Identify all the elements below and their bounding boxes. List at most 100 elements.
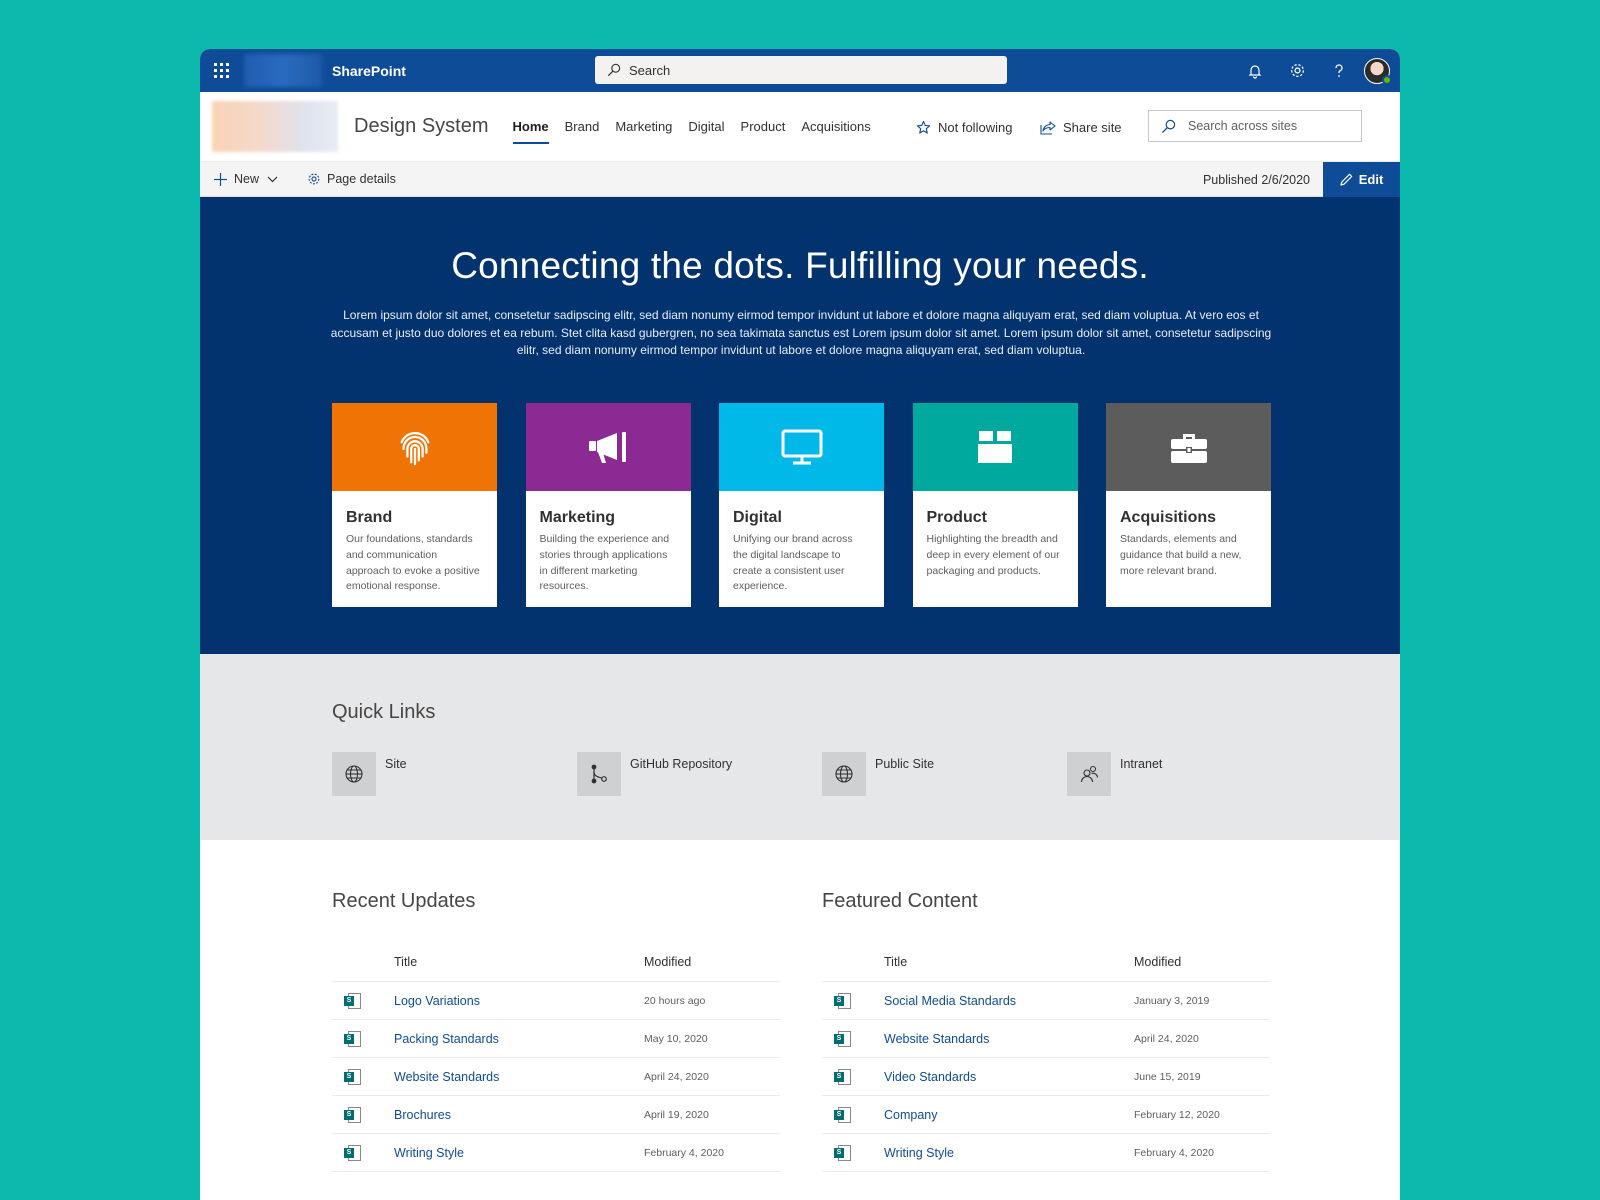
row-title-link[interactable]: Logo Variations (394, 994, 644, 1008)
suite-search-placeholder: Search (629, 62, 671, 78)
settings-button[interactable] (1276, 49, 1318, 92)
lists-section: Recent Updates Title Modified S Logo Var… (200, 840, 1400, 1200)
organization-logo[interactable] (244, 54, 322, 87)
row-modified: February 4, 2020 (1134, 1146, 1214, 1159)
row-title-link[interactable]: Packing Standards (394, 1032, 644, 1046)
site-search-box[interactable]: Search across sites (1148, 110, 1362, 142)
column-title[interactable]: Title (394, 955, 644, 969)
card-digital-banner (719, 403, 884, 491)
card-product[interactable]: Product Highlighting the breadth and dee… (912, 403, 1078, 607)
app-name[interactable]: SharePoint (332, 63, 406, 79)
nav-acquisitions[interactable]: Acquisitions (801, 92, 870, 162)
presence-indicator (1382, 74, 1392, 85)
hero-description: Lorem ipsum dolor sit amet, consetetur s… (330, 308, 1272, 357)
quick-link-site[interactable]: Site (332, 752, 577, 796)
column-title[interactable]: Title (884, 955, 1134, 969)
row-title-link[interactable]: Social Media Standards (884, 994, 1134, 1008)
new-button[interactable]: New (214, 172, 285, 186)
row-title-link[interactable]: Writing Style (884, 1146, 1134, 1160)
megaphone-icon (589, 432, 626, 463)
quick-link-public-site[interactable]: Public Site (822, 752, 1067, 796)
table-header: Title Modified (332, 943, 780, 982)
share-label: Share site (1063, 119, 1122, 135)
card-brand-title: Brand (346, 509, 393, 526)
card-digital[interactable]: Digital Unifying our brand across the di… (719, 403, 884, 607)
row-title-link[interactable]: Video Standards (884, 1070, 1134, 1084)
site-navigation: Home Brand Marketing Digital Product Acq… (512, 92, 887, 162)
row-modified: February 12, 2020 (1134, 1108, 1220, 1121)
nav-brand[interactable]: Brand (565, 92, 600, 162)
table-row[interactable]: S Video Standards June 15, 2019 (822, 1058, 1270, 1096)
card-digital-text: Unifying our brand across the digital la… (733, 533, 853, 593)
card-marketing[interactable]: Marketing Building the experience and st… (525, 403, 691, 607)
sharepoint-page-icon: S (344, 1068, 362, 1086)
sharepoint-page-icon: S (834, 992, 852, 1010)
follow-button[interactable]: Not following (916, 92, 1012, 162)
card-acquisitions-title: Acquisitions (1120, 509, 1217, 526)
table-row[interactable]: S Writing Style February 4, 2020 (332, 1134, 780, 1172)
card-marketing-title: Marketing (539, 509, 616, 526)
gear-icon (308, 173, 320, 185)
table-row[interactable]: S Packing Standards May 10, 2020 (332, 1020, 780, 1058)
sharepoint-page-icon: S (834, 1106, 852, 1124)
table-row[interactable]: S Website Standards April 24, 2020 (332, 1058, 780, 1096)
row-modified: April 24, 2020 (1134, 1032, 1199, 1045)
table-header: Title Modified (822, 943, 1270, 982)
table-row[interactable]: S Social Media Standards January 3, 2019 (822, 982, 1270, 1020)
search-icon (607, 63, 621, 77)
globe-icon (835, 765, 853, 783)
globe-icon (345, 765, 363, 783)
row-title-link[interactable]: Website Standards (884, 1032, 1134, 1046)
share-icon (1040, 120, 1056, 135)
edit-button[interactable]: Edit (1323, 162, 1400, 197)
quick-link-site-tile (332, 752, 376, 796)
card-marketing-text: Building the experience and stories thro… (539, 533, 670, 593)
nav-product[interactable]: Product (741, 92, 786, 162)
nav-digital[interactable]: Digital (688, 92, 724, 162)
user-avatar[interactable] (1364, 57, 1392, 85)
quick-link-github[interactable]: GitHub Repository (577, 752, 822, 796)
sharepoint-page-icon: S (344, 1106, 362, 1124)
nav-home[interactable]: Home (512, 92, 549, 162)
recent-updates-list: Recent Updates Title Modified S Logo Var… (332, 890, 780, 1172)
row-title-link[interactable]: Writing Style (394, 1146, 644, 1160)
app-launcher-button[interactable] (200, 49, 242, 92)
people-icon (1080, 765, 1099, 783)
table-row[interactable]: S Website Standards April 24, 2020 (822, 1020, 1270, 1058)
edit-label: Edit (1358, 172, 1384, 187)
column-modified[interactable]: Modified (1134, 955, 1181, 969)
sharepoint-page-icon: S (834, 1068, 852, 1086)
share-site-button[interactable]: Share site (1040, 92, 1122, 162)
new-label: New (234, 172, 260, 186)
quick-link-intranet[interactable]: Intranet (1067, 752, 1312, 796)
notifications-button[interactable] (1234, 49, 1276, 92)
card-brand[interactable]: Brand Our foundations, standards and com… (332, 403, 497, 607)
row-title-link[interactable]: Brochures (394, 1108, 644, 1122)
sharepoint-page-icon: S (344, 1144, 362, 1162)
card-acquisitions-text: Standards, elements and guidance that bu… (1120, 533, 1242, 577)
hero-title: Connecting the dots. Fulfilling your nee… (451, 245, 1149, 286)
site-title[interactable]: Design System (354, 115, 489, 138)
table-row[interactable]: S Company February 12, 2020 (822, 1096, 1270, 1134)
row-modified: April 24, 2020 (644, 1070, 709, 1083)
nav-marketing[interactable]: Marketing (615, 92, 672, 162)
row-modified: February 4, 2020 (644, 1146, 724, 1159)
suite-search-box[interactable]: Search (595, 56, 1007, 84)
table-row[interactable]: S Brochures April 19, 2020 (332, 1096, 780, 1134)
row-title-link[interactable]: Website Standards (394, 1070, 644, 1084)
bell-icon (1248, 64, 1262, 79)
card-digital-title: Digital (733, 509, 782, 526)
row-modified: June 15, 2019 (1134, 1070, 1201, 1083)
card-acquisitions[interactable]: Acquisitions Standards, elements and gui… (1106, 403, 1271, 607)
help-button[interactable] (1318, 49, 1360, 92)
waffle-icon (213, 63, 229, 78)
chevron-down-icon (267, 176, 278, 182)
site-logo[interactable] (212, 101, 338, 152)
column-modified[interactable]: Modified (644, 955, 691, 969)
table-row[interactable]: S Writing Style February 4, 2020 (822, 1134, 1270, 1172)
page-details-button[interactable]: Page details (307, 172, 396, 186)
quick-link-label: Site (385, 757, 407, 771)
search-icon (1161, 119, 1176, 133)
table-row[interactable]: S Logo Variations 20 hours ago (332, 982, 780, 1020)
row-title-link[interactable]: Company (884, 1108, 1134, 1122)
